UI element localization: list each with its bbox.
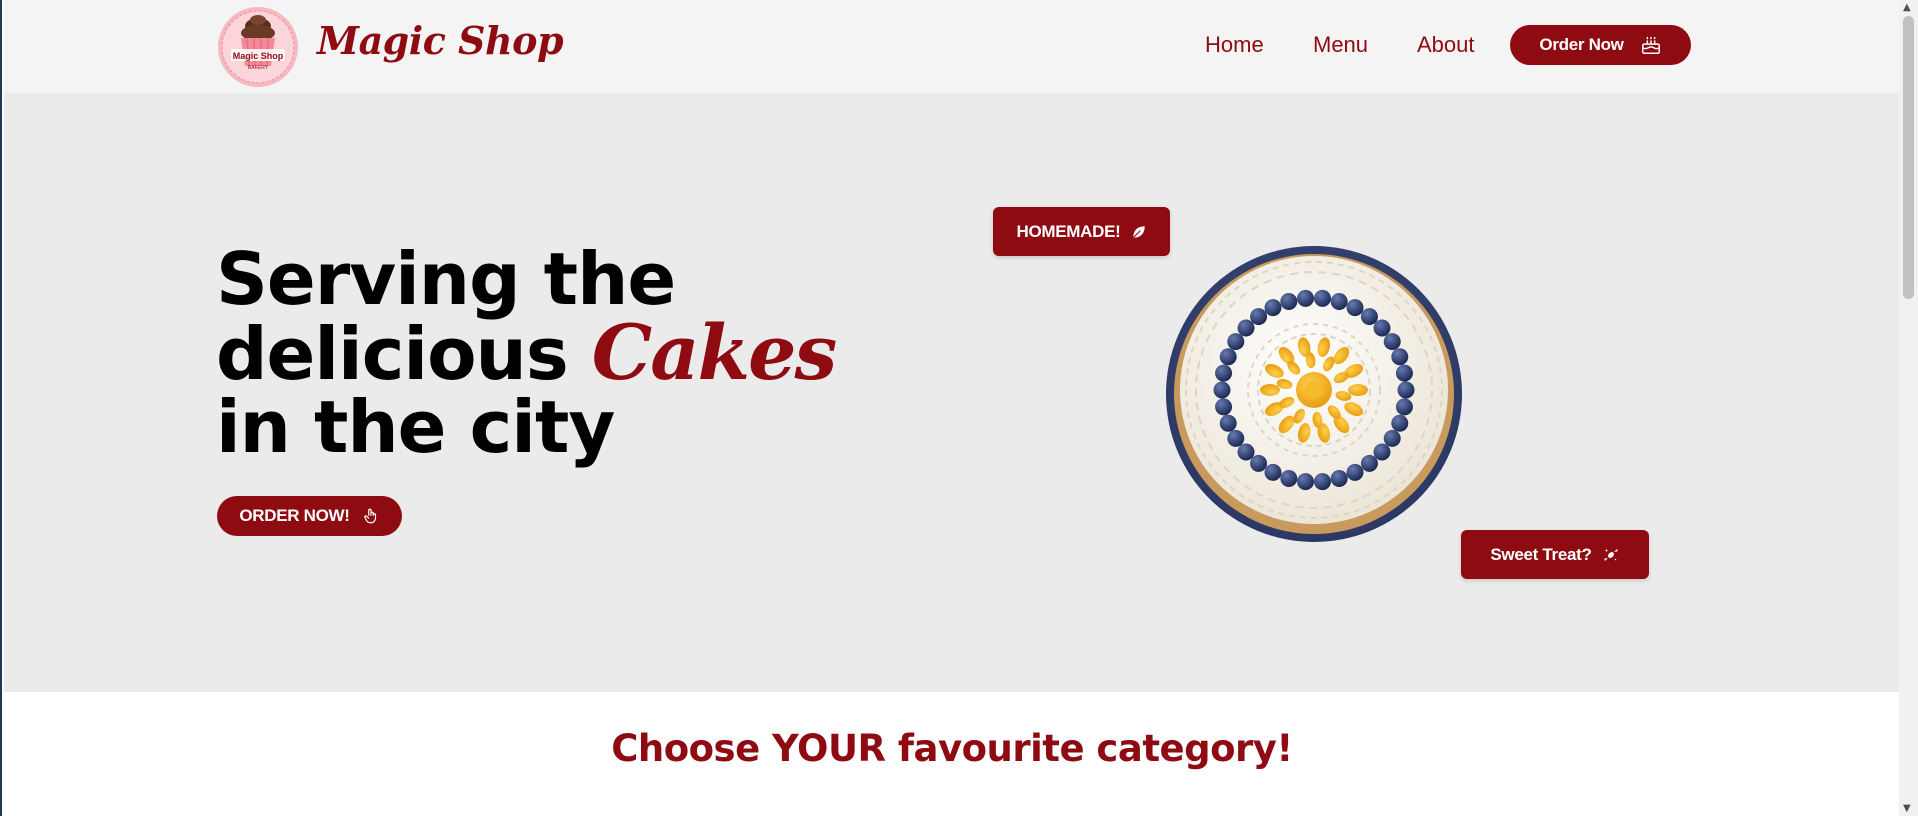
blueberry [1383, 333, 1401, 351]
scroll-down-arrow-icon[interactable]: ▼ [1903, 803, 1911, 814]
blueberry [1280, 469, 1298, 487]
blueberry [1219, 348, 1237, 366]
logo-text: Magic Shop [233, 51, 284, 61]
hero-title-accent: Cakes [591, 308, 838, 397]
page: Magic Shop BAKERY Magic Shop Home Menu A… [0, 0, 1918, 816]
order-now-label: Order Now [1539, 35, 1624, 54]
hero-order-label: ORDER NOW! [239, 506, 350, 525]
vertical-scrollbar[interactable]: ▲ ▼ [1899, 0, 1918, 816]
blueberry [1360, 308, 1378, 326]
blueberry [1395, 364, 1413, 382]
blueberry [1297, 289, 1315, 307]
hero-section: Serving the delicious Cakes in the city … [4, 93, 1901, 692]
hand-pointer-icon [363, 508, 376, 524]
blueberry [1215, 398, 1233, 416]
hero-order-button[interactable]: ORDER NOW! [217, 496, 402, 536]
cupcake-logo-icon: Magic Shop BAKERY [218, 7, 298, 87]
site-header: Magic Shop BAKERY Magic Shop Home Menu A… [4, 0, 1901, 93]
nav-menu[interactable]: Menu [1313, 32, 1368, 58]
blueberry [1360, 454, 1378, 472]
logo[interactable]: Magic Shop BAKERY [217, 6, 299, 88]
nav-home[interactable]: Home [1205, 32, 1264, 58]
hero-title-part2: in the city [216, 385, 615, 469]
candy-icon [1603, 548, 1618, 561]
sweet-treat-label: Sweet Treat? [1490, 544, 1592, 564]
blueberry [1297, 473, 1315, 491]
blueberry [1395, 398, 1413, 416]
scrollbar-thumb[interactable] [1903, 16, 1914, 299]
blueberry [1346, 463, 1364, 481]
blueberry [1280, 293, 1298, 311]
order-now-button[interactable]: Order Now [1510, 25, 1691, 65]
blueberry [1391, 348, 1409, 366]
blueberry [1213, 381, 1231, 399]
logo-subtext: BAKERY [248, 65, 269, 71]
orange-segment [1348, 384, 1368, 396]
blueberry [1397, 381, 1415, 399]
blueberry [1330, 293, 1348, 311]
cake-icon [1641, 36, 1660, 54]
blueberry [1373, 443, 1391, 461]
blueberry [1215, 364, 1233, 382]
blueberry [1264, 299, 1282, 317]
blueberry [1373, 319, 1391, 337]
sweet-treat-tag: Sweet Treat? [1461, 530, 1649, 579]
blueberry [1391, 414, 1409, 432]
brand-name[interactable]: Magic Shop [317, 18, 564, 63]
blueberry-cake-illustration [1166, 246, 1462, 542]
leaf-icon [1132, 225, 1145, 238]
scroll-up-arrow-icon[interactable]: ▲ [1903, 2, 1911, 13]
hero-title: Serving the delicious Cakes in the city [216, 243, 916, 464]
nav-about[interactable]: About [1417, 32, 1475, 58]
blueberry [1313, 473, 1331, 491]
blueberry [1264, 463, 1282, 481]
blueberry [1227, 333, 1245, 351]
homemade-tag: HOMEMADE! [993, 207, 1170, 256]
blueberry [1383, 429, 1401, 447]
blueberry [1250, 308, 1268, 326]
blueberry [1237, 443, 1255, 461]
blueberry [1346, 299, 1364, 317]
blueberry [1330, 469, 1348, 487]
category-section-title: Choose YOUR favourite category! [611, 727, 1293, 770]
orange-segment [1260, 384, 1280, 396]
blueberry [1219, 414, 1237, 432]
blueberry [1227, 429, 1245, 447]
homemade-label: HOMEMADE! [1016, 221, 1121, 241]
cake-image [1164, 242, 1464, 542]
blueberry [1237, 319, 1255, 337]
blueberry [1250, 454, 1268, 472]
blueberry [1313, 289, 1331, 307]
